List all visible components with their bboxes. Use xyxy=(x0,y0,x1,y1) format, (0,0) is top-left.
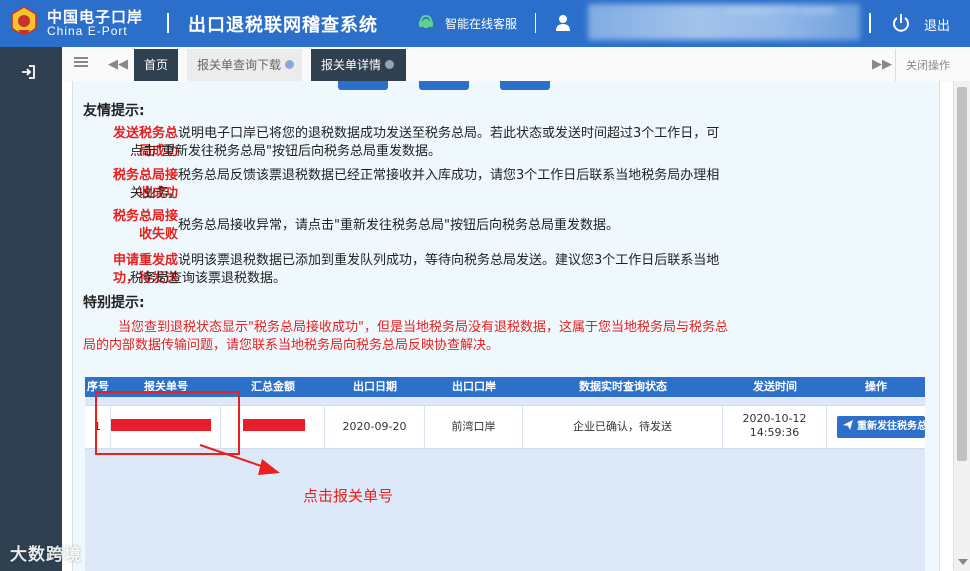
redacted-amount xyxy=(243,419,305,431)
annotation-arrow-icon xyxy=(199,444,280,475)
header-divider xyxy=(167,13,169,33)
column-header: 操作 xyxy=(865,380,887,393)
tip-text-resend-pending: 说明该票退税数据已添加到重发队列成功，等待向税务总局发送。建议您3个工作日后联系… xyxy=(130,253,720,286)
scroll-down-icon[interactable] xyxy=(958,559,968,565)
watermark: 大数跨境 xyxy=(10,545,82,565)
status-cell: 企业已确认，待发送 xyxy=(523,406,723,448)
tip-label-receive-failed: 税务总局接 收失败 xyxy=(112,209,178,242)
query-button-partial[interactable] xyxy=(338,81,388,90)
tab-scroll-left-icon[interactable]: ◀◀ xyxy=(108,57,128,72)
vertical-scrollbar[interactable] xyxy=(953,81,970,571)
power-icon[interactable] xyxy=(891,13,911,33)
customer-service-icon[interactable] xyxy=(418,14,434,32)
special-tips-heading: 特别提示: xyxy=(83,295,145,311)
send-time-cell: 2020-10-12 14:59:36 xyxy=(723,406,827,448)
left-sidebar xyxy=(0,47,62,571)
tab-bar: ◀◀ 首页 报关单查询下载 报关单详情 ▶▶ 关闭操作 xyxy=(62,47,970,82)
column-header: 数据实时查询状态 xyxy=(579,380,667,393)
tab-declaration-query[interactable]: 报关单查询下载 xyxy=(187,49,302,81)
top-header: 中国电子口岸 China E-Port 出口退税联网稽查系统 智能在线客服 01… xyxy=(0,0,970,47)
close-operations-button[interactable]: 关闭操作 xyxy=(906,57,950,73)
friendly-tips-heading: 友情提示: xyxy=(83,103,145,119)
send-icon xyxy=(843,420,853,430)
download-button-partial[interactable] xyxy=(500,81,550,90)
export-port-cell: 前湾口岸 xyxy=(425,406,523,448)
annotation-text: 点击报关单号 xyxy=(303,487,394,505)
main-content: 友情提示: 发送税务总 局成功 说明电子口岸已将您的退税数据成功发送至税务总局。若… xyxy=(62,81,970,571)
tab-declaration-detail[interactable]: 报关单详情 xyxy=(311,49,406,81)
china-eport-emblem-icon xyxy=(11,6,37,36)
header-divider xyxy=(869,13,871,33)
tab-home[interactable]: 首页 xyxy=(134,49,179,81)
column-header: 出口口岸 xyxy=(452,380,496,393)
header-divider xyxy=(535,13,536,33)
column-header: 发送时间 xyxy=(753,380,797,393)
user-account-text: 01000007775 ADMIN xyxy=(728,6,835,17)
user-info-blurred: 01000007775 ADMIN xyxy=(588,4,860,40)
tip-text-sent-success: 说明电子口岸已将您的退税数据成功发送至税务总局。若此状态或发送时间超过3个工作日… xyxy=(130,126,720,159)
tip-text-receive-success: 税务总局反馈该票退税数据已经正常接收并入库成功，请您3个工作日后联系当地税务局办… xyxy=(130,168,720,201)
close-icon[interactable] xyxy=(285,60,295,69)
brand-name-en: China E-Port xyxy=(47,24,128,38)
column-header: 出口日期 xyxy=(353,380,397,393)
logout-button[interactable]: 退出 xyxy=(924,15,950,34)
customer-service-link[interactable]: 智能在线客服 xyxy=(445,15,517,32)
close-icon[interactable] xyxy=(385,60,395,69)
menu-icon[interactable] xyxy=(74,55,88,69)
tab-scroll-right-icon[interactable]: ▶▶ xyxy=(872,57,892,72)
reset-button-partial[interactable] xyxy=(419,81,469,90)
sign-in-icon[interactable] xyxy=(20,64,36,80)
resend-to-tax-bureau-button[interactable]: 重新发往税务总局 xyxy=(837,416,925,438)
info-panel: 友情提示: 发送税务总 局成功 说明电子口岸已将您的退税数据成功发送至税务总局。若… xyxy=(72,81,940,571)
user-icon xyxy=(556,15,570,31)
export-date-cell: 2020-09-20 xyxy=(325,406,425,448)
special-tips-text: 当您查到退税状态显示"税务总局接收成功"，但是当地税务局没有退税数据，这属于您当… xyxy=(83,320,728,353)
tab-divider xyxy=(895,49,896,81)
system-title: 出口退税联网稽查系统 xyxy=(188,15,378,36)
scrollbar-thumb[interactable] xyxy=(957,87,967,461)
tip-text-receive-failed: 税务总局接收异常，请点击"重新发往税务总局"按钮后向税务总局重发数据。 xyxy=(178,218,619,233)
